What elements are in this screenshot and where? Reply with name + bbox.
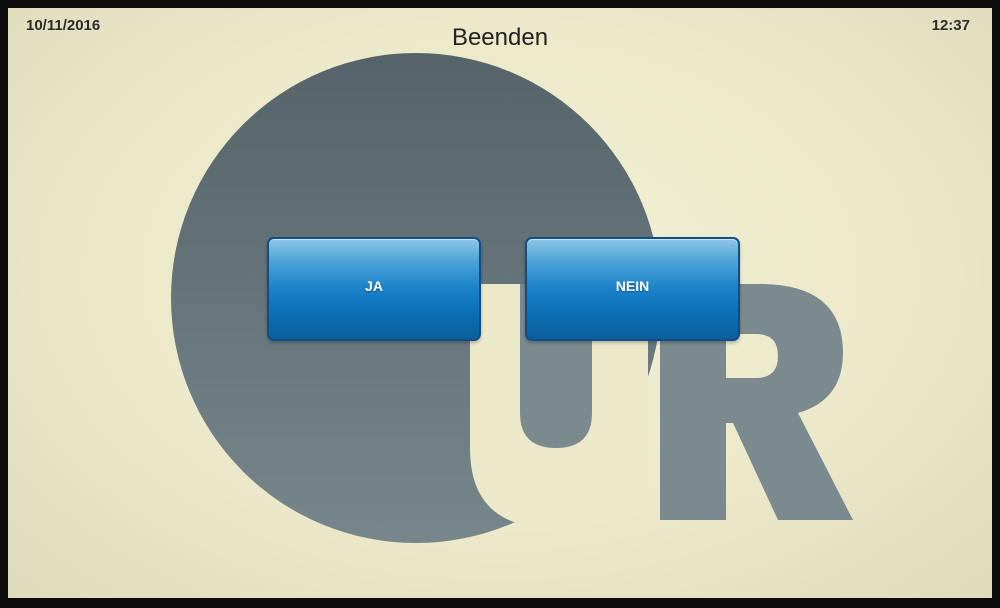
status-time: 12:37 — [931, 17, 970, 34]
touch-screen: 10/11/2016 Beenden 12:37 JA NEIN — [8, 8, 992, 600]
no-button-label: NEIN — [615, 278, 650, 294]
yes-button-label: JA — [365, 278, 383, 294]
ur-logo-icon — [171, 53, 853, 543]
no-button[interactable]: NEIN — [525, 237, 740, 341]
yes-button[interactable]: JA — [267, 237, 481, 341]
dialog-title: Beenden — [451, 24, 549, 51]
